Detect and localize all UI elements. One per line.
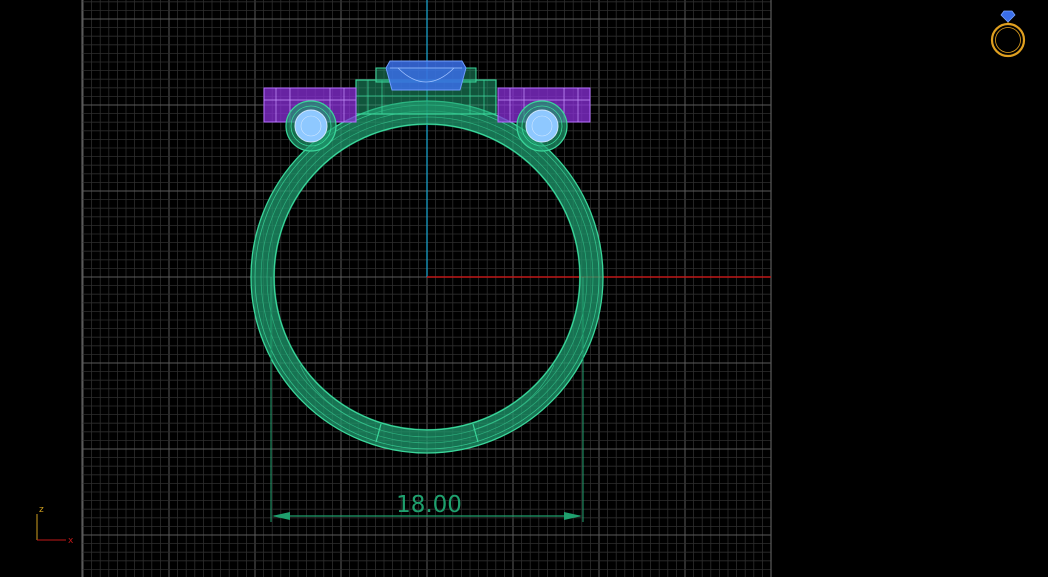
3d-viewport[interactable]: 18.00 z x <box>0 0 1048 577</box>
axis-label-x: x <box>68 536 74 546</box>
right-round-stone <box>516 100 568 152</box>
axis-label-z: z <box>39 505 44 515</box>
dimension-value: 18.00 <box>396 492 462 518</box>
viewport-background <box>0 0 1048 577</box>
center-stone <box>385 60 467 91</box>
left-round-stone <box>285 100 337 152</box>
center-setting <box>355 60 497 115</box>
